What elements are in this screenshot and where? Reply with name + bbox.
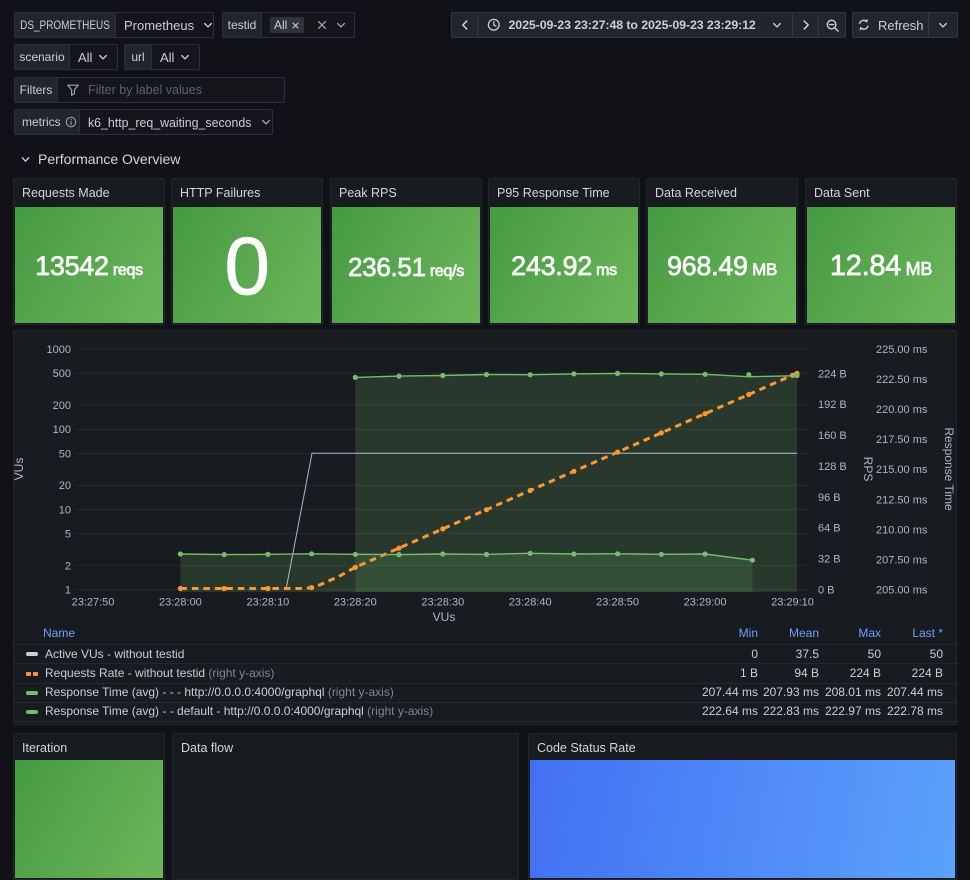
svg-text:2: 2 [65, 560, 71, 572]
svg-text:212.50 ms: 212.50 ms [876, 494, 928, 506]
svg-text:64 B: 64 B [818, 523, 841, 535]
svg-text:32 B: 32 B [818, 554, 841, 566]
svg-text:207.50 ms: 207.50 ms [876, 554, 928, 566]
svg-text:100: 100 [53, 424, 71, 436]
svg-text:192 B: 192 B [818, 399, 847, 411]
svg-text:222.50 ms: 222.50 ms [876, 374, 928, 386]
svg-text:23:28:10: 23:28:10 [246, 597, 289, 609]
svg-text:23:28:40: 23:28:40 [509, 597, 552, 609]
svg-text:10: 10 [59, 504, 71, 516]
svg-text:224 B: 224 B [818, 368, 847, 380]
svg-text:128 B: 128 B [818, 461, 847, 473]
svg-text:220.00 ms: 220.00 ms [876, 404, 928, 416]
svg-text:210.00 ms: 210.00 ms [876, 524, 928, 536]
svg-text:Response Time: Response Time [942, 427, 956, 511]
svg-text:5: 5 [65, 529, 71, 541]
svg-text:23:28:50: 23:28:50 [596, 597, 639, 609]
svg-text:RPS: RPS [861, 457, 875, 482]
svg-text:23:28:30: 23:28:30 [421, 597, 464, 609]
svg-text:200: 200 [53, 400, 71, 412]
svg-text:96 B: 96 B [818, 492, 841, 504]
svg-text:205.00 ms: 205.00 ms [876, 585, 928, 597]
svg-text:215.00 ms: 215.00 ms [876, 464, 928, 476]
svg-text:23:27:50: 23:27:50 [72, 597, 115, 609]
svg-text:0 B: 0 B [818, 585, 835, 597]
svg-text:20: 20 [59, 480, 71, 492]
svg-text:23:28:20: 23:28:20 [334, 597, 377, 609]
svg-text:500: 500 [53, 368, 71, 380]
svg-text:VUs: VUs [14, 458, 26, 481]
svg-text:217.50 ms: 217.50 ms [876, 434, 928, 446]
svg-text:50: 50 [59, 448, 71, 460]
svg-text:23:29:00: 23:29:00 [684, 597, 727, 609]
svg-text:225.00 ms: 225.00 ms [876, 344, 928, 356]
svg-text:23:28:00: 23:28:00 [159, 597, 202, 609]
svg-text:VUs: VUs [433, 610, 456, 623]
svg-text:160 B: 160 B [818, 430, 847, 442]
svg-text:23:29:10: 23:29:10 [771, 597, 814, 609]
svg-text:1: 1 [65, 585, 71, 597]
svg-text:1000: 1000 [47, 344, 71, 356]
